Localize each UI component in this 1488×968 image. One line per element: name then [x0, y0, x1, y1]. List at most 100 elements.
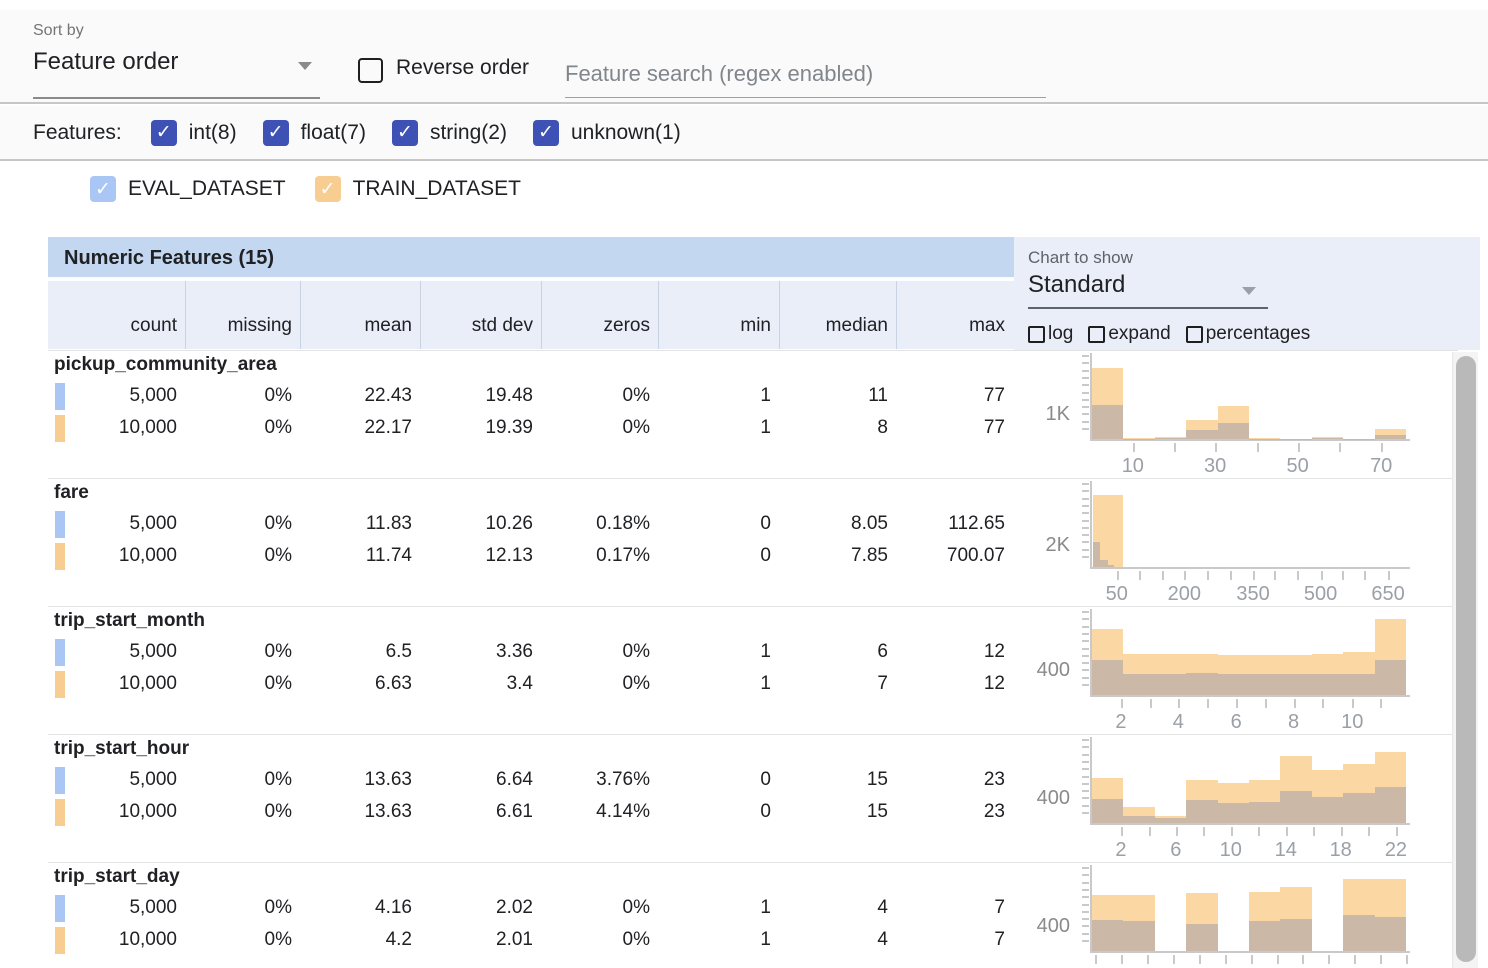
- y-axis-tick: [1082, 889, 1089, 891]
- y-axis-tick: [1082, 498, 1089, 500]
- x-axis-tick: [1265, 699, 1267, 708]
- vertical-scrollbar-track[interactable]: [1452, 352, 1478, 968]
- sort-order-select[interactable]: Feature order: [33, 48, 320, 96]
- feature-filter-int8[interactable]: ✓int(8): [151, 120, 237, 146]
- reverse-order-label: Reverse order: [396, 56, 529, 80]
- stat-value: 0.18%: [541, 510, 658, 538]
- stat-value: 0%: [541, 638, 658, 666]
- feature-filter-unknown1[interactable]: ✓unknown(1): [533, 120, 681, 146]
- chart-type-select[interactable]: Standard: [1028, 271, 1268, 309]
- x-axis-tick-label: 10: [1220, 839, 1242, 862]
- y-axis-tick: [1082, 618, 1089, 620]
- stat-value: 1: [658, 414, 779, 442]
- histogram-x-axis: [1090, 695, 1410, 697]
- eval-overlap-bar: [1312, 674, 1343, 695]
- y-axis-tick: [1082, 874, 1089, 876]
- y-axis-tick: [1082, 867, 1089, 869]
- stat-value: 4: [779, 926, 896, 954]
- checkbox-checked-icon: ✓: [151, 120, 177, 146]
- stat-value: 0%: [185, 926, 300, 954]
- x-axis-tick-label: 70: [1370, 455, 1392, 478]
- histogram-fare: 2K50200350500650: [1090, 481, 1420, 607]
- stat-value: 7: [896, 894, 1013, 922]
- chart-option-percentages[interactable]: percentages: [1186, 323, 1311, 345]
- x-axis-tick: [1406, 955, 1408, 964]
- feature-filter-label: string(2): [430, 121, 507, 145]
- column-header-min: min: [658, 281, 779, 349]
- chart-option-expand[interactable]: expand: [1088, 323, 1170, 345]
- eval-overlap-bar: [1218, 803, 1249, 824]
- histogram-trip_start_month: 400246810: [1090, 609, 1420, 735]
- stat-value: 13.63: [300, 766, 420, 794]
- stat-value: 10.26: [420, 510, 541, 538]
- column-header-zeros: zeros: [541, 281, 658, 349]
- eval-overlap-bar: [1375, 435, 1406, 439]
- stat-value: 12: [896, 638, 1013, 666]
- stat-value: 8: [779, 414, 896, 442]
- chart-option-label: log: [1048, 323, 1073, 345]
- x-axis-tick: [1322, 699, 1324, 708]
- stat-value: 6.61: [420, 798, 541, 826]
- x-axis-tick: [1149, 827, 1151, 836]
- y-axis-label: 2K: [1006, 534, 1070, 557]
- x-axis-tick: [1215, 443, 1217, 452]
- dataset-toggle-eval_dataset[interactable]: ✓EVAL_DATASET: [90, 176, 286, 202]
- stat-value: 0: [658, 542, 779, 570]
- stat-value: 4.16: [300, 894, 420, 922]
- reverse-order-checkbox[interactable]: [358, 58, 383, 83]
- stat-value: 0%: [185, 670, 300, 698]
- y-axis-tick: [1082, 783, 1089, 785]
- stat-value: 15: [779, 766, 896, 794]
- y-axis-tick: [1082, 677, 1089, 679]
- stat-value: 0%: [185, 542, 300, 570]
- stat-value: 10,000: [48, 926, 185, 954]
- eval-swatch: [55, 895, 65, 922]
- x-axis-tick: [1339, 443, 1341, 452]
- vertical-scrollbar-thumb[interactable]: [1456, 356, 1476, 962]
- x-axis-tick: [1342, 571, 1344, 580]
- feature-filter-float7[interactable]: ✓float(7): [263, 120, 366, 146]
- y-axis-tick: [1082, 370, 1089, 372]
- feature-filters-bar: Features: ✓int(8)✓float(7)✓string(2)✓unk…: [0, 106, 1488, 161]
- stat-value: 19.48: [420, 382, 541, 410]
- stats-column-header: countmissingmeanstd devzerosminmedianmax: [48, 281, 1014, 349]
- y-axis-tick: [1082, 626, 1089, 628]
- stat-value: 0: [658, 510, 779, 538]
- y-axis-tick: [1082, 768, 1089, 770]
- feature-search-input[interactable]: [565, 50, 1046, 98]
- stat-value: 11.74: [300, 542, 420, 570]
- check-icon: ✓: [397, 123, 413, 142]
- y-axis-tick: [1082, 406, 1089, 408]
- histogram-x-axis: [1090, 439, 1410, 441]
- y-axis-tick: [1082, 527, 1089, 529]
- stat-value: 0.17%: [541, 542, 658, 570]
- stat-value: 0%: [185, 766, 300, 794]
- y-axis-label: 400: [1006, 659, 1070, 682]
- chart-option-log[interactable]: log: [1028, 323, 1073, 345]
- stat-value: 6.5: [300, 638, 420, 666]
- chevron-down-icon: [1242, 287, 1256, 295]
- eval-overlap-bar: [1375, 660, 1406, 695]
- x-axis-tick: [1313, 827, 1315, 836]
- histogram-x-axis: [1090, 951, 1410, 953]
- chart-to-show-label: Chart to show: [1028, 248, 1133, 268]
- checkbox-checked-icon: ✓: [263, 120, 289, 146]
- column-header-missing: missing: [185, 281, 300, 349]
- y-axis-tick: [1082, 797, 1089, 799]
- y-axis-tick: [1082, 362, 1089, 364]
- x-axis-tick: [1199, 955, 1201, 964]
- stat-value: 4.2: [300, 926, 420, 954]
- stat-value: 1: [658, 926, 779, 954]
- stat-value: 10,000: [48, 542, 185, 570]
- feature-filter-string2[interactable]: ✓ string(2): [392, 120, 507, 146]
- x-axis-tick: [1225, 955, 1227, 964]
- toolbar: Sort by Feature order Reverse order: [0, 10, 1488, 104]
- stat-value: 3.4: [420, 670, 541, 698]
- y-axis-tick: [1082, 754, 1089, 756]
- x-axis-tick-label: 14: [1275, 839, 1297, 862]
- stat-value: 22.43: [300, 382, 420, 410]
- dataset-toggle-train_dataset[interactable]: ✓TRAIN_DATASET: [315, 176, 521, 202]
- stat-value: 7: [779, 670, 896, 698]
- stat-value: 19.39: [420, 414, 541, 442]
- feature-block-pickup_community_area: pickup_community_area5,0000%22.4319.480%…: [48, 350, 1458, 478]
